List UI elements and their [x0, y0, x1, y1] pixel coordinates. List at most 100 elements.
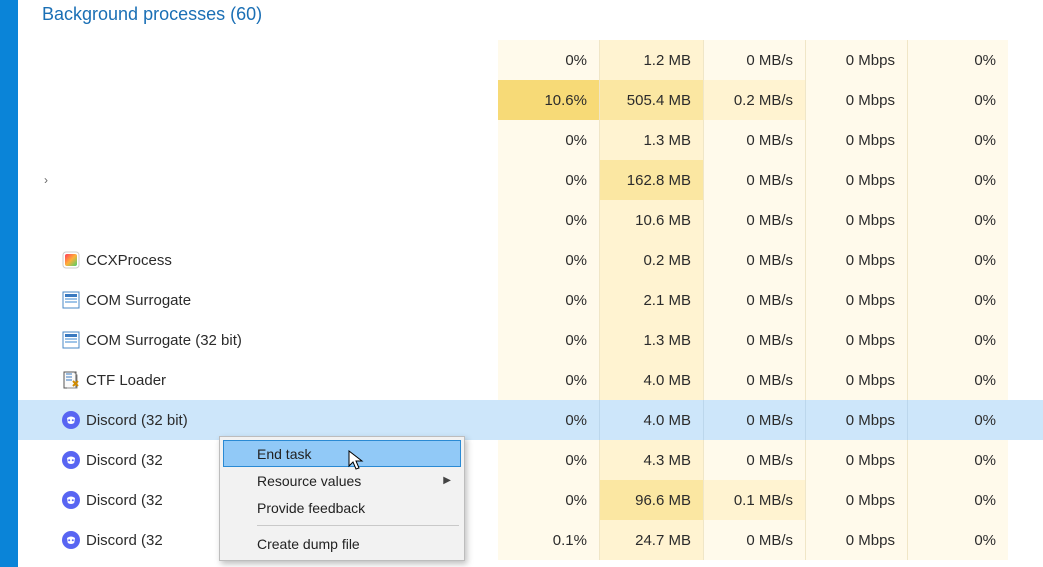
gpu-cell: 0% — [908, 520, 1008, 560]
network-cell: 0 Mbps — [806, 120, 908, 160]
cpu-cell: 0% — [498, 160, 600, 200]
gpu-cell: 0% — [908, 280, 1008, 320]
network-cell: 0 Mbps — [806, 40, 908, 80]
table-row[interactable]: Discord (32 bit)0%4.0 MB0 MB/s0 Mbps0% — [18, 400, 1043, 440]
memory-cell: 4.0 MB — [600, 400, 704, 440]
gpu-cell: 0% — [908, 240, 1008, 280]
discord-icon — [62, 491, 80, 509]
disk-cell: 0.1 MB/s — [704, 480, 806, 520]
process-name: Discord (32 — [86, 492, 163, 509]
ccx-app-icon — [62, 251, 80, 269]
disk-cell: 0 MB/s — [704, 120, 806, 160]
discord-icon — [62, 411, 80, 429]
ctx-create-dump-file[interactable]: Create dump file — [223, 530, 461, 557]
table-row[interactable]: Discord (320%4.3 MB0 MB/s0 Mbps0% — [18, 440, 1043, 480]
expand-chevron-icon[interactable]: › — [36, 173, 56, 187]
cpu-cell: 0% — [498, 360, 600, 400]
table-row[interactable]: ›0%162.8 MB0 MB/s0 Mbps0% — [18, 160, 1043, 200]
context-menu: End task Resource values ▶ Provide feedb… — [219, 436, 465, 561]
process-name: Discord (32 bit) — [86, 412, 188, 429]
cpu-cell: 0% — [498, 280, 600, 320]
ctx-provide-feedback[interactable]: Provide feedback — [223, 494, 461, 521]
task-manager-fragment: Background processes (60) 0%1.2 MB0 MB/s… — [0, 0, 1043, 567]
ctf-loader-icon — [62, 371, 80, 389]
table-row[interactable]: 0%10.6 MB0 MB/s0 Mbps0% — [18, 200, 1043, 240]
table-row[interactable]: CCXProcess0%0.2 MB0 MB/s0 Mbps0% — [18, 240, 1043, 280]
gpu-cell: 0% — [908, 480, 1008, 520]
cpu-cell: 0% — [498, 40, 600, 80]
process-name: COM Surrogate — [86, 292, 191, 309]
network-cell: 0 Mbps — [806, 320, 908, 360]
ctx-item-label: Provide feedback — [257, 500, 365, 516]
cpu-cell: 10.6% — [498, 80, 600, 120]
table-row[interactable]: COM Surrogate (32 bit) 0% 1.3 MB0 MB/s0 Mb… — [18, 320, 1043, 360]
table-row[interactable]: 10.6%505.4 MB0.2 MB/s0 Mbps0% — [18, 80, 1043, 120]
section-header: Background processes (60) — [18, 0, 1043, 40]
gpu-cell: 0% — [908, 360, 1008, 400]
cpu-cell: 0% — [498, 480, 600, 520]
process-table: 0%1.2 MB0 MB/s0 Mbps0%10.6%505.4 MB0.2 M… — [18, 40, 1043, 560]
network-cell: 0 Mbps — [806, 400, 908, 440]
memory-cell: 1.3 MB — [600, 120, 704, 160]
cpu-cell: 0% — [498, 200, 600, 240]
table-row[interactable]: Discord (32 0.1%24.7 MB0 MB/s0 Mbps0% — [18, 520, 1043, 560]
disk-cell: 0 MB/s — [704, 320, 806, 360]
table-row[interactable]: 0%1.2 MB0 MB/s0 Mbps0% — [18, 40, 1043, 80]
network-cell: 0 Mbps — [806, 200, 908, 240]
ctx-item-label: End task — [257, 446, 311, 462]
table-row[interactable]: Discord (320%96.6 MB0.1 MB/s0 Mbps0% — [18, 480, 1043, 520]
memory-cell: 1.2 MB — [600, 40, 704, 80]
table-row[interactable]: COM Surrogate0%2.1 MB0 MB/s0 Mbps0% — [18, 280, 1043, 320]
network-cell: 0 Mbps — [806, 360, 908, 400]
gpu-cell: 0% — [908, 320, 1008, 360]
network-cell: 0 Mbps — [806, 520, 908, 560]
memory-cell: 10.6 MB — [600, 200, 704, 240]
gpu-cell: 0% — [908, 80, 1008, 120]
ctx-item-label: Create dump file — [257, 536, 360, 552]
process-name-cell[interactable]: COM Surrogate (32 bit) — [18, 331, 498, 349]
process-name: COM Surrogate (32 bit) — [86, 332, 242, 349]
memory-cell: 505.4 MB — [600, 80, 704, 120]
memory-cell: 0.2 MB — [600, 240, 704, 280]
process-name-cell[interactable]: CTF Loader — [18, 371, 498, 389]
windows-app-icon — [62, 331, 80, 349]
process-name: Discord (32 — [86, 532, 163, 549]
memory-cell: 24.7 MB — [600, 520, 704, 560]
memory-cell: 2.1 MB — [600, 280, 704, 320]
disk-cell: 0 MB/s — [704, 520, 806, 560]
windows-app-icon — [62, 291, 80, 309]
disk-cell: 0 MB/s — [704, 160, 806, 200]
chevron-right-icon: ▶ — [443, 475, 451, 486]
disk-cell: 0 MB/s — [704, 360, 806, 400]
gpu-cell: 0% — [908, 400, 1008, 440]
network-cell: 0 Mbps — [806, 440, 908, 480]
table-row[interactable]: 0%1.3 MB0 MB/s0 Mbps0% — [18, 120, 1043, 160]
cpu-cell: 0.1% — [498, 520, 600, 560]
network-cell: 0 Mbps — [806, 480, 908, 520]
process-name-cell[interactable]: CCXProcess — [18, 251, 498, 269]
ctx-end-task[interactable]: End task — [223, 440, 461, 467]
gpu-cell: 0% — [908, 440, 1008, 480]
disk-cell: 0.2 MB/s — [704, 80, 806, 120]
network-cell: 0 Mbps — [806, 240, 908, 280]
process-name: CTF Loader — [86, 372, 166, 389]
table-row[interactable]: CTF Loader0%4.0 MB0 MB/s0 Mbps0% — [18, 360, 1043, 400]
cpu-cell: 0% — [498, 440, 600, 480]
network-cell: 0 Mbps — [806, 160, 908, 200]
process-name: CCXProcess — [86, 252, 172, 269]
disk-cell: 0 MB/s — [704, 240, 806, 280]
disk-cell: 0 MB/s — [704, 400, 806, 440]
gpu-cell: 0% — [908, 40, 1008, 80]
memory-cell: 4.0 MB — [600, 360, 704, 400]
disk-cell: 0 MB/s — [704, 40, 806, 80]
process-name-cell[interactable]: COM Surrogate — [18, 291, 498, 309]
ctx-item-label: Resource values — [257, 473, 361, 489]
gpu-cell: 0% — [908, 160, 1008, 200]
gpu-cell: 0% — [908, 120, 1008, 160]
ctx-resource-values[interactable]: Resource values ▶ — [223, 467, 461, 494]
disk-cell: 0 MB/s — [704, 280, 806, 320]
memory-cell: 1.3 MB — [600, 320, 704, 360]
network-cell: 0 Mbps — [806, 80, 908, 120]
gpu-cell: 0% — [908, 200, 1008, 240]
process-name-cell[interactable]: Discord (32 bit) — [18, 411, 498, 429]
